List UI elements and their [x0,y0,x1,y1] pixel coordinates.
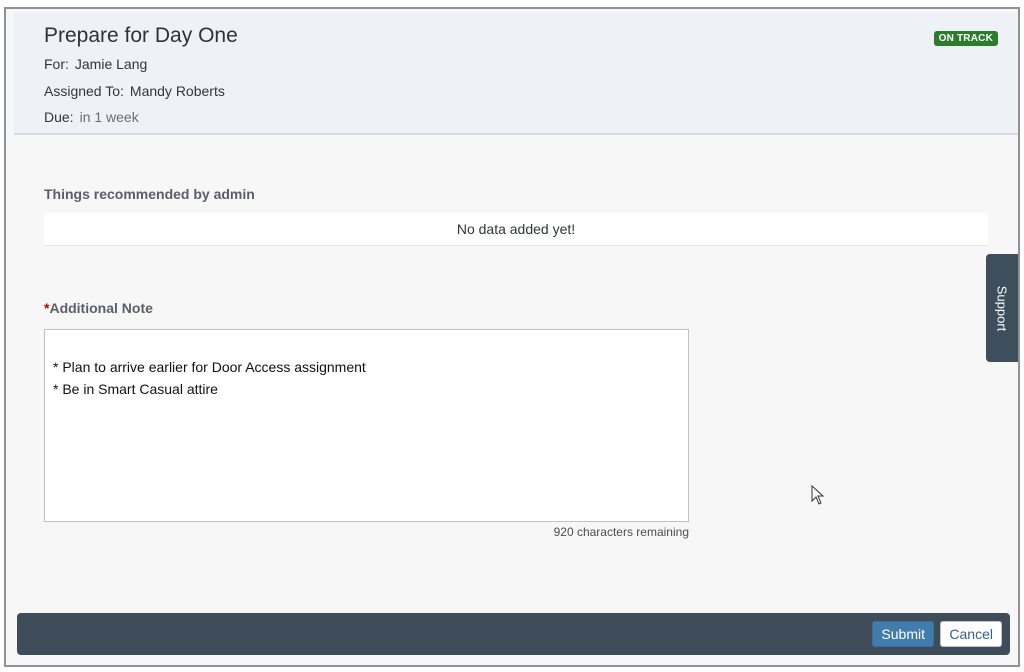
assigned-line: Assigned To: Mandy Roberts [44,83,225,99]
submit-button[interactable]: Submit [872,621,934,647]
task-title: Prepare for Day One [44,24,238,47]
recommended-section-title: Things recommended by admin [44,186,255,202]
additional-note-textarea[interactable]: * Plan to arrive earlier for Door Access… [44,329,689,522]
recommended-empty-state: No data added yet! [44,213,988,246]
dialog-footer: Submit Cancel [17,613,1010,655]
due-value: in 1 week [79,109,139,125]
note-line: * Be in Smart Casual attire [53,381,218,397]
mouse-cursor-icon [811,485,825,505]
task-header: Prepare for Day One For: Jamie Lang Assig… [14,12,1018,135]
task-dialog: Prepare for Day One For: Jamie Lang Assig… [4,7,1020,667]
additional-note-label: *Additional Note [44,300,153,316]
due-line: Due: in 1 week [44,109,139,125]
support-tab-label: Support [994,285,1010,331]
status-badge: ON TRACK [933,31,998,46]
for-label: For: [44,56,69,72]
assigned-label: Assigned To: [44,83,124,99]
assigned-value: Mandy Roberts [129,83,225,99]
cancel-button[interactable]: Cancel [940,621,1002,647]
characters-remaining: 920 characters remaining [553,525,689,539]
support-tab[interactable]: Support [986,254,1018,362]
for-value: Jamie Lang [74,56,148,72]
note-line: * Plan to arrive earlier for Door Access… [53,359,366,375]
due-label: Due: [44,109,74,125]
for-line: For: Jamie Lang [44,56,147,72]
additional-note-label-text: Additional Note [49,300,153,316]
